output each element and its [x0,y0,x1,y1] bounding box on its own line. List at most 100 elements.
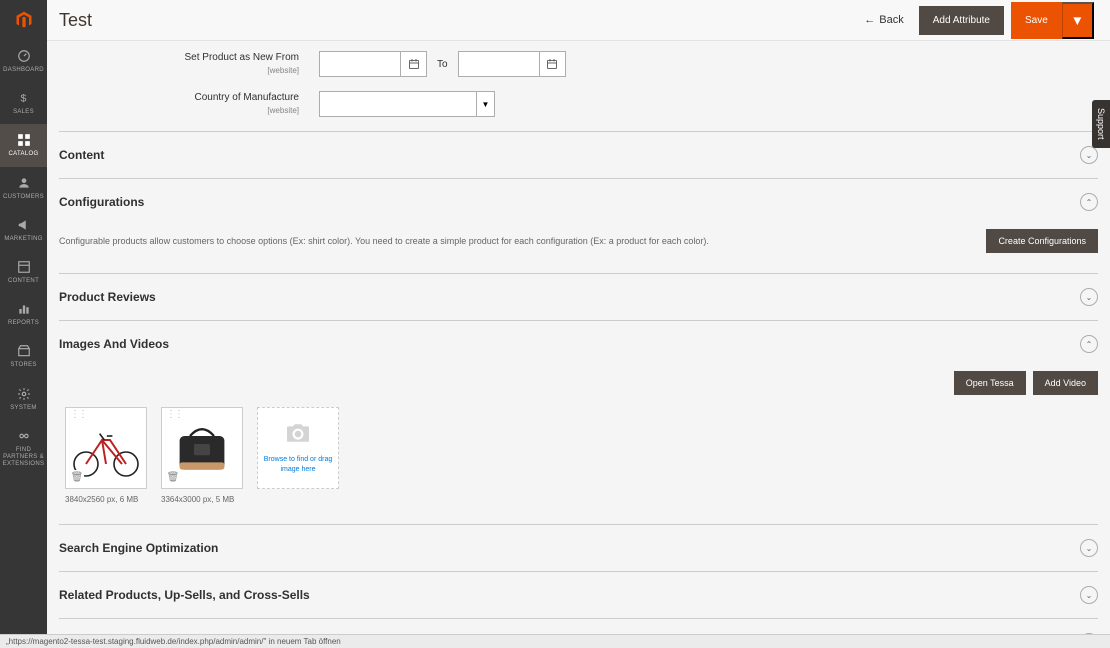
content-area: Set Product as New From [website] To Cou… [47,41,1110,648]
section-configurations: Configurations ⌃ Configurable products a… [59,178,1098,273]
section-content-header[interactable]: Content ⌄ [59,146,1098,164]
country-select[interactable] [319,91,477,117]
gear-icon [16,386,32,402]
calendar-icon[interactable] [540,51,566,77]
chevron-down-icon: ⌄ [1080,146,1098,164]
camera-icon [284,422,312,449]
nav-dashboard[interactable]: DASHBOARD [0,40,47,82]
section-configurations-header[interactable]: Configurations ⌃ [59,193,1098,211]
section-title: Content [59,148,1080,162]
section-seo: Search Engine Optimization ⌄ [59,524,1098,571]
open-tessa-button[interactable]: Open Tessa [954,371,1026,395]
chart-icon [16,301,32,317]
section-content: Content ⌄ [59,131,1098,178]
megaphone-icon [16,217,32,233]
new-from-label: Set Product as New From [website] [59,51,319,76]
drag-handle-icon[interactable]: ⋮⋮ [166,412,182,417]
nav-label: CATALOG [9,151,39,158]
section-title: Search Engine Optimization [59,541,1080,555]
new-from-row: Set Product as New From [website] To [59,51,1098,77]
image-item[interactable]: ⋮⋮ 🗑 3840x2560 px, 6 MB [65,407,147,504]
save-dropdown-button[interactable]: ▼ [1062,2,1094,39]
to-label: To [437,59,448,70]
nav-label: MARKETING [4,236,42,243]
nav-label: DASHBOARD [3,67,44,74]
country-row: Country of Manufacture [website] ▼ [59,91,1098,117]
section-title: Product Reviews [59,290,1080,304]
section-title: Related Products, Up-Sells, and Cross-Se… [59,588,1080,602]
nav-label: SYSTEM [10,405,36,412]
new-from-date-input[interactable] [319,51,401,77]
grid-icon [16,132,32,148]
section-title: Configurations [59,195,1080,209]
back-label: Back [879,14,903,26]
calendar-icon[interactable] [401,51,427,77]
create-configurations-button[interactable]: Create Configurations [986,229,1098,253]
nav-customers[interactable]: CUSTOMERS [0,167,47,209]
dollar-icon: $ [16,90,32,106]
nav-label: CONTENT [8,278,39,285]
nav-label: SALES [13,109,34,116]
chevron-up-icon: ⌃ [1080,335,1098,353]
section-reviews-header[interactable]: Product Reviews ⌄ [59,288,1098,306]
nav-sales[interactable]: $ SALES [0,82,47,124]
nav-marketing[interactable]: MARKETING [0,209,47,251]
image-caption: 3840x2560 px, 6 MB [65,495,147,504]
back-button[interactable]: ← Back [856,14,911,26]
add-attribute-button[interactable]: Add Attribute [919,6,1004,35]
image-caption: 3364x3000 px, 5 MB [161,495,243,504]
nav-reports[interactable]: REPORTS [0,293,47,335]
main-content: Test ← Back Add Attribute Save ▼ Set Pro… [47,0,1110,648]
chevron-down-icon[interactable]: ▼ [477,91,495,117]
layout-icon [16,259,32,275]
admin-sidebar: DASHBOARD $ SALES CATALOG CUSTOMERS MARK… [0,0,47,648]
image-item[interactable]: ⋮⋮ 🗑 3364x3000 px, 5 MB [161,407,243,504]
nav-system[interactable]: SYSTEM [0,378,47,420]
handshake-icon [16,428,32,444]
section-title: Images And Videos [59,337,1080,351]
new-to-date-input[interactable] [458,51,540,77]
image-upload-dropzone[interactable]: Browse to find or drag image here [257,407,339,489]
svg-text:$: $ [20,93,26,105]
nav-stores[interactable]: STORES [0,335,47,377]
add-video-button[interactable]: Add Video [1033,371,1098,395]
arrow-left-icon: ← [864,14,875,26]
magento-logo[interactable] [0,0,47,40]
chevron-down-icon: ⌄ [1080,539,1098,557]
page-title: Test [59,10,856,31]
date-fields: To [319,51,566,77]
page-header: Test ← Back Add Attribute Save ▼ [47,0,1110,41]
section-reviews: Product Reviews ⌄ [59,273,1098,320]
nav-label: FIND PARTNERS & EXTENSIONS [2,447,45,469]
browser-status-bar: „https://magento2-tessa-test.staging.flu… [0,634,1110,648]
nav-content[interactable]: CONTENT [0,251,47,293]
person-icon [16,175,32,191]
nav-label: CUSTOMERS [3,194,44,201]
section-seo-header[interactable]: Search Engine Optimization ⌄ [59,539,1098,557]
country-label: Country of Manufacture [website] [59,91,319,116]
section-related: Related Products, Up-Sells, and Cross-Se… [59,571,1098,618]
support-tab[interactable]: Support [1092,100,1110,148]
chevron-down-icon: ⌄ [1080,288,1098,306]
config-description: Configurable products allow customers to… [59,235,709,248]
image-grid: ⋮⋮ 🗑 3840x2560 px, 6 MB [59,407,1098,504]
trash-icon[interactable]: 🗑 [70,470,84,484]
store-icon [16,343,32,359]
upload-text: Browse to find or drag image here [258,455,338,473]
nav-partners[interactable]: FIND PARTNERS & EXTENSIONS [0,420,47,477]
header-actions: ← Back Add Attribute Save ▼ [856,2,1094,39]
chevron-down-icon: ⌄ [1080,586,1098,604]
scope-label: [website] [59,106,299,116]
nav-label: STORES [10,362,36,369]
save-button[interactable]: Save [1011,2,1062,39]
nav-label: REPORTS [8,320,39,327]
section-images-header[interactable]: Images And Videos ⌃ [59,335,1098,353]
scope-label: [website] [59,66,299,76]
section-related-header[interactable]: Related Products, Up-Sells, and Cross-Se… [59,586,1098,604]
chevron-up-icon: ⌃ [1080,193,1098,211]
nav-catalog[interactable]: CATALOG [0,124,47,166]
trash-icon[interactable]: 🗑 [166,470,180,484]
gauge-icon [16,48,32,64]
drag-handle-icon[interactable]: ⋮⋮ [70,412,86,417]
section-images: Images And Videos ⌃ Open Tessa Add Video… [59,320,1098,524]
